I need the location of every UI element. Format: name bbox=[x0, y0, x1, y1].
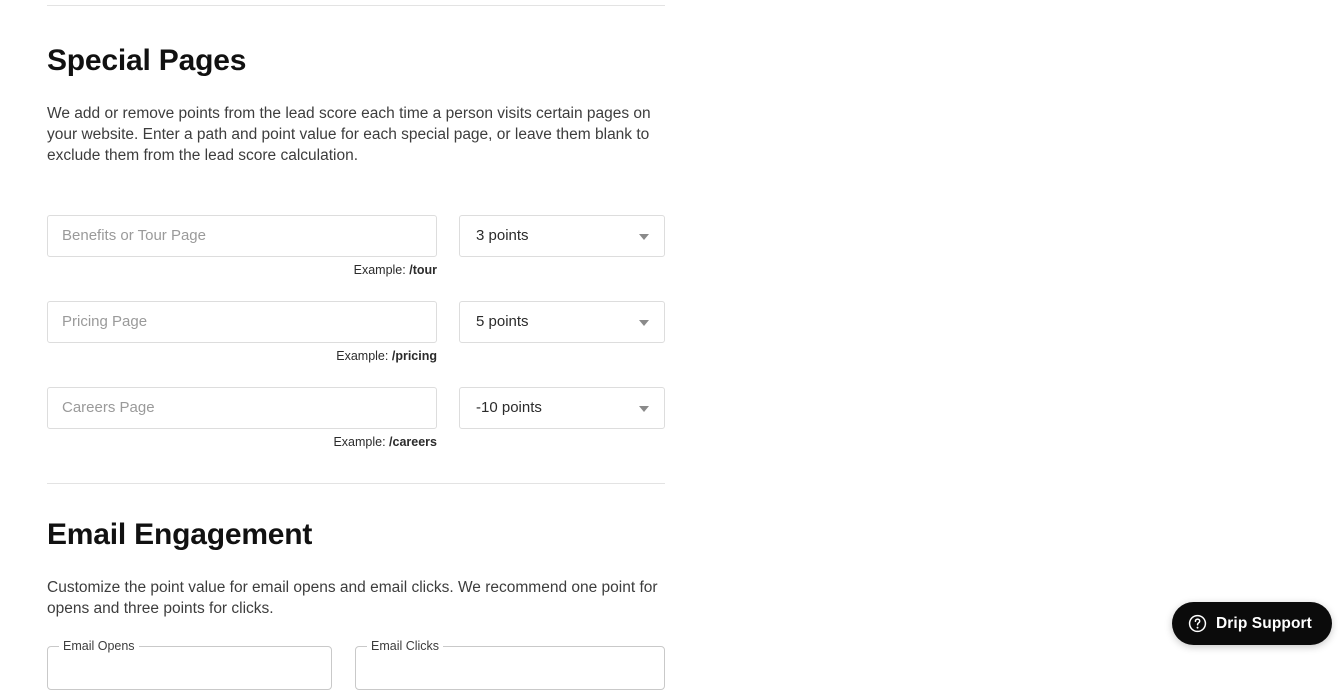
select-value: 3 points bbox=[476, 226, 529, 244]
select-value: 5 points bbox=[476, 312, 529, 330]
special-pages-rows: 3 points Example: /tour 5 points Example… bbox=[47, 214, 665, 473]
settings-page: Special Pages We add or remove points fr… bbox=[0, 0, 1342, 690]
special-page-row: 5 points Example: /pricing bbox=[47, 300, 665, 387]
special-pages-section: Special Pages We add or remove points fr… bbox=[47, 44, 665, 473]
example-hint: Example: /pricing bbox=[47, 349, 437, 363]
drip-support-button[interactable]: Drip Support bbox=[1172, 602, 1332, 645]
special-page-row: -10 points Example: /careers bbox=[47, 386, 665, 473]
email-clicks-field[interactable]: Email Clicks bbox=[355, 639, 665, 690]
email-engagement-section: Email Engagement Customize the point val… bbox=[47, 518, 665, 690]
benefits-or-tour-page-points-select[interactable]: 3 points bbox=[459, 214, 665, 257]
example-path: /tour bbox=[409, 262, 437, 277]
example-path: /careers bbox=[389, 434, 437, 449]
benefits-or-tour-page-input[interactable] bbox=[47, 214, 437, 257]
section-divider bbox=[47, 483, 665, 484]
example-path: /pricing bbox=[391, 348, 437, 363]
example-label: Example: bbox=[353, 262, 406, 277]
email-engagement-title: Email Engagement bbox=[47, 518, 313, 551]
email-opens-field[interactable]: Email Opens bbox=[47, 639, 332, 690]
careers-page-points-select[interactable]: -10 points bbox=[459, 386, 665, 429]
email-engagement-fields: Email Opens Email Clicks bbox=[47, 639, 665, 690]
example-label: Example: bbox=[333, 434, 386, 449]
chevron-down-icon bbox=[639, 319, 649, 326]
question-circle-icon bbox=[1188, 614, 1207, 633]
careers-page-input[interactable] bbox=[47, 386, 437, 429]
example-hint: Example: /careers bbox=[47, 435, 437, 449]
chevron-down-icon bbox=[639, 233, 649, 240]
chevron-down-icon bbox=[639, 405, 649, 412]
special-pages-title: Special Pages bbox=[47, 44, 247, 77]
example-label: Example: bbox=[336, 348, 389, 363]
drip-support-label: Drip Support bbox=[1216, 614, 1312, 632]
select-value: -10 points bbox=[476, 398, 542, 416]
special-pages-description: We add or remove points from the lead sc… bbox=[47, 104, 651, 164]
example-hint: Example: /tour bbox=[47, 263, 437, 277]
email-opens-label: Email Opens bbox=[59, 639, 139, 653]
pricing-page-points-select[interactable]: 5 points bbox=[459, 300, 665, 343]
email-engagement-description: Customize the point value for email open… bbox=[47, 578, 658, 617]
top-divider bbox=[47, 5, 665, 6]
pricing-page-input[interactable] bbox=[47, 300, 437, 343]
email-clicks-label: Email Clicks bbox=[367, 639, 444, 653]
special-page-row: 3 points Example: /tour bbox=[47, 214, 665, 301]
